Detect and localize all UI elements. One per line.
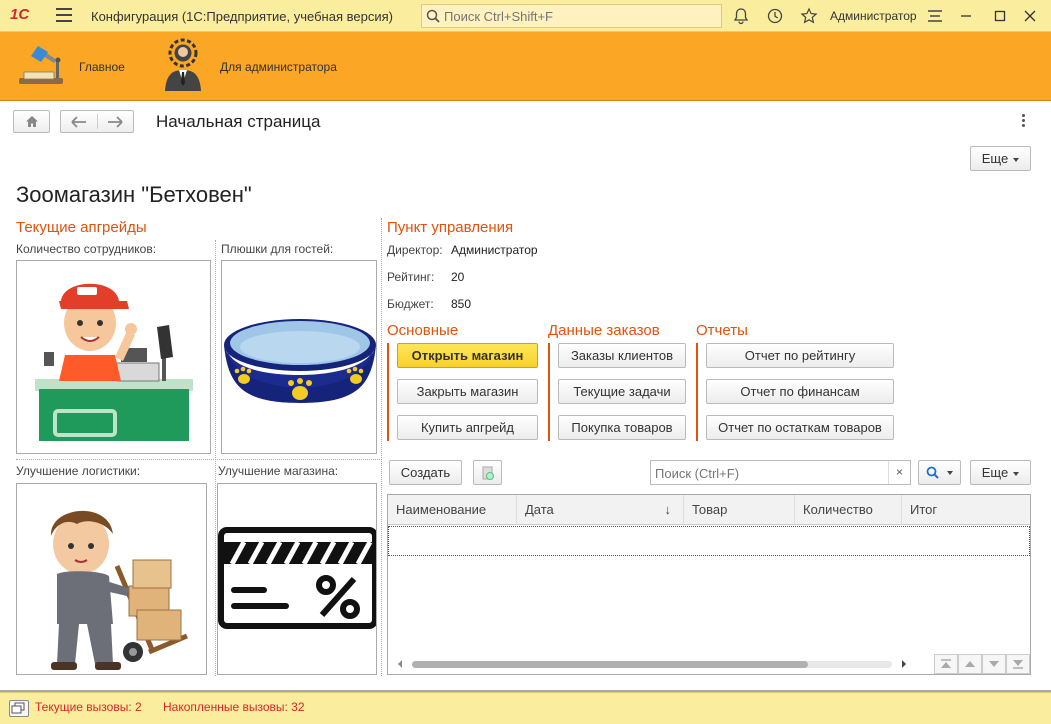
budget-label: Бюджет: <box>387 297 434 311</box>
current-calls[interactable]: Текущие вызовы: 2 <box>35 700 142 714</box>
finance-report-button[interactable]: Отчет по финансам <box>706 379 894 404</box>
document-refresh-icon <box>482 466 494 480</box>
current-tasks-button[interactable]: Текущие задачи <box>558 379 686 404</box>
purchase-goods-button[interactable]: Покупка товаров <box>558 415 686 440</box>
group-main-bar <box>387 343 389 441</box>
director-value: Администратор <box>451 243 538 257</box>
section-admin-label: Для администратора <box>220 60 337 74</box>
group-orders-bar <box>548 343 550 441</box>
to-top-icon <box>941 659 951 668</box>
group-reports-bar <box>696 343 698 441</box>
app-logo: 1С <box>10 6 30 23</box>
admin-gear-icon <box>165 38 201 91</box>
bell-icon[interactable] <box>732 7 750 25</box>
section-admin[interactable]: Для администратора <box>160 32 360 101</box>
accumulated-calls[interactable]: Накопленные вызовы: 32 <box>163 700 305 714</box>
section-main-label: Главное <box>79 60 125 74</box>
pet-bowl-picture <box>221 260 377 454</box>
upgrades-title: Текущие апгрейды <box>16 219 147 236</box>
scrollbar-thumb[interactable] <box>412 661 808 668</box>
up-icon <box>965 661 975 667</box>
orders-table[interactable]: Наименование Дата ↓ Товар Количество Ито… <box>387 494 1031 675</box>
main-menu-icon[interactable] <box>56 8 72 24</box>
loader-picture <box>16 483 207 675</box>
scroll-right-icon[interactable] <box>900 659 908 669</box>
close-icon[interactable] <box>1020 6 1040 26</box>
back-arrow-icon[interactable] <box>71 116 87 128</box>
buy-upgrade-button[interactable]: Купить апгрейд <box>397 415 538 440</box>
sort-desc-icon: ↓ <box>664 502 672 517</box>
search-icon <box>426 9 440 23</box>
star-icon[interactable] <box>800 7 818 25</box>
list-more-button[interactable]: Еще <box>970 460 1031 485</box>
close-shop-button[interactable]: Закрыть магазин <box>397 379 538 404</box>
desk-lamp-icon <box>19 46 63 84</box>
down-icon <box>989 661 999 667</box>
upgrade-label-staff: Количество сотрудников: <box>16 242 157 256</box>
list-search[interactable]: × <box>650 460 911 485</box>
home-icon <box>26 116 38 127</box>
history-nav <box>60 110 134 133</box>
create-button[interactable]: Создать <box>389 460 462 485</box>
discount-card-picture <box>217 483 377 675</box>
forward-arrow-icon[interactable] <box>107 116 123 128</box>
column-product[interactable]: Товар <box>684 495 795 525</box>
group-orders-title: Данные заказов <box>548 322 660 339</box>
global-search-input[interactable] <box>444 8 714 24</box>
upgrade-label-shop: Улучшение магазина: <box>218 464 339 478</box>
page-more-button[interactable]: Еще <box>970 146 1031 171</box>
clear-search-icon[interactable]: × <box>888 461 910 484</box>
home-button[interactable] <box>13 110 50 133</box>
to-bottom-icon <box>1013 660 1023 669</box>
title-bar: 1С Конфигурация (1С:Предприятие, учебная… <box>0 0 1051 32</box>
global-search[interactable] <box>421 4 722 28</box>
shop-heading: Зоомагазин "Бетховен" <box>16 182 252 207</box>
column-name[interactable]: Наименование <box>388 495 517 525</box>
group-reports-title: Отчеты <box>696 322 748 339</box>
customer-orders-button[interactable]: Заказы клиентов <box>558 343 686 368</box>
upgrades-vertical-divider <box>215 240 216 676</box>
section-main[interactable]: Главное <box>12 32 132 101</box>
horizontal-scrollbar[interactable] <box>396 658 908 668</box>
search-options-button[interactable] <box>918 460 961 485</box>
refresh-button[interactable] <box>473 460 502 485</box>
maximize-icon[interactable] <box>990 6 1010 26</box>
upgrades-horizontal-divider <box>16 459 380 460</box>
open-shop-button[interactable]: Открыть магазин <box>397 343 538 368</box>
column-quantity[interactable]: Количество <box>795 495 902 525</box>
upgrade-label-logistics: Улучшение логистики: <box>16 464 141 478</box>
rating-report-button[interactable]: Отчет по рейтингу <box>706 343 894 368</box>
director-label: Директор: <box>387 243 443 257</box>
control-title: Пункт управления <box>387 219 514 236</box>
table-header: Наименование Дата ↓ Товар Количество Ито… <box>388 495 1030 525</box>
next-row-button[interactable] <box>982 654 1006 674</box>
sections-panel: Главное Для администратора <box>0 32 1051 101</box>
history-icon[interactable] <box>766 7 784 25</box>
last-row-button[interactable] <box>1006 654 1030 674</box>
list-search-input[interactable] <box>655 465 885 481</box>
scroll-left-icon[interactable] <box>396 659 404 669</box>
windows-icon[interactable] <box>9 700 29 717</box>
window-title: Конфигурация (1С:Предприятие, учебная ве… <box>91 9 393 24</box>
user-name[interactable]: Администратор <box>830 9 917 23</box>
table-row[interactable] <box>388 526 1030 556</box>
first-row-button[interactable] <box>934 654 958 674</box>
cashier-picture <box>16 260 211 454</box>
kebab-menu-icon[interactable] <box>1020 114 1026 128</box>
upgrade-label-treats: Плюшки для гостей: <box>221 242 334 256</box>
rating-value: 20 <box>451 270 465 284</box>
search-icon <box>926 466 939 479</box>
page-title: Начальная страница <box>156 112 321 131</box>
settings-menu-icon[interactable] <box>926 7 944 25</box>
budget-value: 850 <box>451 297 472 311</box>
minimize-icon[interactable] <box>956 6 976 26</box>
column-date[interactable]: Дата ↓ <box>517 495 684 525</box>
content-divider <box>381 218 382 676</box>
group-main-title: Основные <box>387 322 459 339</box>
status-bar: Текущие вызовы: 2 Накопленные вызовы: 32 <box>0 692 1051 724</box>
prev-row-button[interactable] <box>958 654 982 674</box>
rating-label: Рейтинг: <box>387 270 435 284</box>
column-total[interactable]: Итог <box>902 495 1030 525</box>
stock-report-button[interactable]: Отчет по остаткам товаров <box>706 415 894 440</box>
